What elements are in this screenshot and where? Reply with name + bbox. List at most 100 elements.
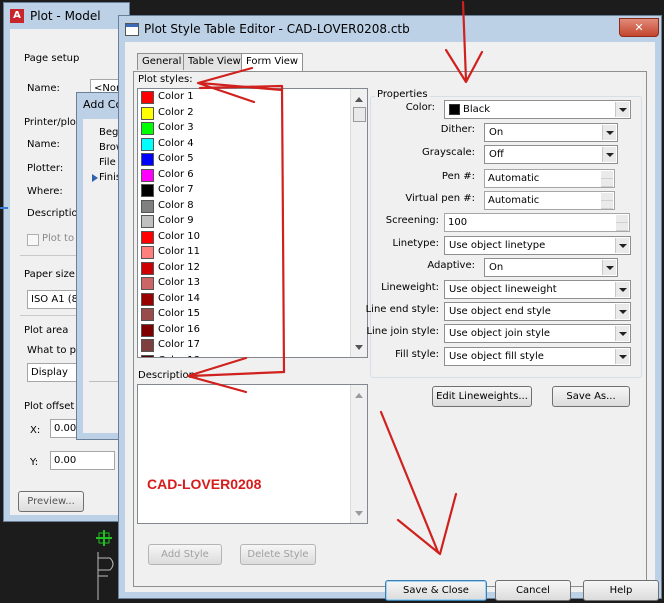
virtual-pen-down-icon[interactable] [601, 201, 613, 209]
plot-style-item[interactable]: Color 3 [138, 120, 350, 136]
plot-to-file-checkbox[interactable] [27, 234, 39, 246]
tab-general[interactable]: General [137, 53, 187, 70]
grayscale-combo[interactable]: Off [484, 145, 618, 164]
screening-up-icon[interactable] [616, 215, 628, 223]
pen-field[interactable]: Automatic [484, 169, 615, 188]
printer-group-label: Printer/plott [24, 117, 84, 128]
adaptive-combo[interactable]: On [484, 258, 618, 277]
plot-style-item[interactable]: Color 6 [138, 167, 350, 183]
description-textarea[interactable] [137, 384, 368, 524]
adaptive-label: Adaptive: [427, 260, 475, 271]
plot-style-label: Color 12 [158, 261, 201, 273]
plot-styles-list[interactable]: Color 1 Color 2 Color 3 Color 4 Color 5 Color… [137, 88, 368, 358]
window-close-button[interactable]: ✕ [619, 18, 659, 37]
line-join-combo[interactable]: Use object join style [444, 324, 631, 343]
line-join-label: Line join style: [366, 326, 439, 337]
dither-label: Dither: [440, 124, 475, 135]
line-join-value: Use object join style [449, 328, 551, 339]
plot-style-label: Color 3 [158, 122, 194, 133]
color-combo[interactable]: Black [444, 100, 631, 119]
virtual-pen-spinner[interactable] [601, 193, 613, 209]
plot-style-label: Color 10 [158, 230, 201, 242]
plot-style-item[interactable]: Color 2 [138, 105, 350, 121]
line-end-label: Line end style: [365, 304, 439, 315]
tab-table-view[interactable]: Table View [183, 53, 246, 70]
plot-styles-scrollbar[interactable] [350, 89, 367, 357]
plot-model-title: Plot - Model [30, 9, 101, 23]
what-to-plot-combo[interactable]: Display [27, 363, 82, 382]
linetype-combo[interactable]: Use object linetype [444, 236, 631, 255]
plot-style-item[interactable]: Color 13 [138, 275, 350, 291]
style-color-swatch [141, 199, 154, 213]
edit-lineweights-button[interactable]: Edit Lineweights... [432, 386, 532, 407]
plot-style-item[interactable]: Color 4 [138, 136, 350, 152]
style-color-swatch [141, 354, 154, 357]
tab-strip: General Table View Form View [133, 52, 653, 73]
plot-style-label: Color 16 [158, 323, 201, 335]
scroll-up-icon[interactable] [355, 93, 363, 102]
plot-style-label: Color 18 [158, 353, 200, 358]
form-view-page: Plot styles: Color 1 Color 2 Color 3 Color … [133, 71, 647, 587]
style-color-swatch [141, 246, 154, 259]
add-style-button[interactable]: Add Style [148, 544, 222, 565]
desc-scroll-down-icon[interactable] [355, 511, 363, 520]
plot-model-titlebar[interactable]: A Plot - Model [4, 3, 129, 29]
page-setup-name-label: Name: [27, 83, 60, 94]
preview-button[interactable]: Preview... [18, 491, 84, 512]
plot-style-item[interactable]: Color 15 [138, 306, 350, 322]
pen-up-icon[interactable] [601, 171, 613, 179]
save-close-button[interactable]: Save & Close [385, 580, 487, 601]
delete-style-button[interactable]: Delete Style [240, 544, 316, 565]
plot-style-item[interactable]: Color 1 [138, 89, 350, 105]
style-color-swatch [141, 137, 154, 151]
where-label: Where: [27, 186, 63, 197]
plot-style-item[interactable]: Color 18 [138, 353, 350, 358]
screening-value: 100 [448, 217, 468, 228]
screening-label: Screening: [385, 215, 439, 226]
grayscale-value: Off [489, 149, 504, 160]
help-button[interactable]: Help [583, 580, 659, 601]
plot-style-item[interactable]: Color 11 [138, 244, 350, 260]
plot-style-item[interactable]: Color 9 [138, 213, 350, 229]
plot-styles-label: Plot styles: [138, 74, 193, 85]
pen-down-icon[interactable] [601, 179, 613, 187]
offset-x-label: X: [30, 425, 41, 436]
color-dropdown-icon [615, 102, 629, 117]
save-as-button[interactable]: Save As... [552, 386, 630, 407]
pen-spinner[interactable] [601, 171, 613, 187]
editor-title: Plot Style Table Editor - CAD-LOVER0208.… [144, 22, 410, 36]
plot-style-item[interactable]: Color 5 [138, 151, 350, 167]
plot-style-item[interactable]: Color 17 [138, 337, 350, 353]
plot-style-label: Color 2 [158, 106, 194, 118]
scroll-thumb[interactable] [353, 107, 366, 122]
plot-style-item[interactable]: Color 16 [138, 322, 350, 338]
divider-2 [20, 315, 80, 316]
screening-field[interactable]: 100 [444, 213, 630, 232]
plot-style-item[interactable]: Color 7 [138, 182, 350, 198]
screening-spinner[interactable] [616, 215, 628, 231]
virtual-pen-field[interactable]: Automatic [484, 191, 615, 210]
description-scrollbar[interactable] [350, 385, 367, 523]
screening-down-icon[interactable] [616, 223, 628, 231]
plot-style-item[interactable]: Color 14 [138, 291, 350, 307]
virtual-pen-up-icon[interactable] [601, 193, 613, 201]
style-color-swatch [141, 308, 154, 321]
tab-form-view[interactable]: Form View [241, 53, 304, 73]
paper-size-combo[interactable]: ISO A1 (8 [27, 290, 82, 309]
editor-titlebar[interactable]: Plot Style Table Editor - CAD-LOVER0208.… [119, 16, 661, 42]
fill-style-combo[interactable]: Use object fill style [444, 347, 631, 366]
plot-style-item[interactable]: Color 12 [138, 260, 350, 276]
desc-scroll-up-icon[interactable] [355, 389, 363, 398]
dither-combo[interactable]: On [484, 123, 618, 142]
offset-y-field[interactable]: 0.00 [50, 451, 115, 470]
style-color-swatch [141, 153, 154, 166]
lineweight-combo[interactable]: Use object lineweight [444, 280, 631, 299]
properties-group: Properties Color: Black Dither: On Grays… [366, 89, 642, 378]
adaptive-dropdown-icon [602, 260, 616, 275]
close-icon: ✕ [634, 21, 644, 34]
line-end-combo[interactable]: Use object end style [444, 302, 631, 321]
cancel-button[interactable]: Cancel [495, 580, 571, 601]
plot-style-item[interactable]: Color 10 [138, 229, 350, 245]
scroll-down-icon[interactable] [355, 345, 363, 354]
plot-style-item[interactable]: Color 8 [138, 198, 350, 214]
